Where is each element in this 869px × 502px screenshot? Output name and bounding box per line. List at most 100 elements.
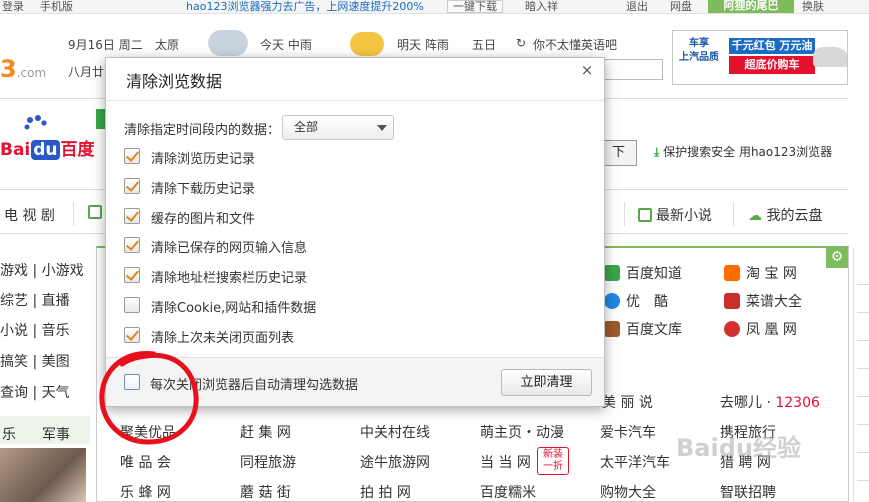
site-jumei[interactable]: 聚美优品 (120, 422, 176, 442)
login-link[interactable]: 登录 (2, 0, 24, 13)
close-icon[interactable]: × (578, 61, 596, 79)
left-link[interactable]: 小说 (0, 323, 28, 339)
tomorrow-weather[interactable]: 明天 阵雨 (397, 36, 449, 53)
ifeng-icon (724, 321, 740, 337)
english-tip[interactable]: 你不太懂英语吧 (533, 36, 617, 53)
site-tuniu[interactable]: 途牛旅游网 (360, 452, 430, 472)
nav-film-icon[interactable] (88, 205, 106, 221)
sun-cloud-icon (350, 32, 384, 56)
date-text: 9月16日 周二 (68, 38, 143, 52)
site-mengzhuye[interactable]: 萌主页・动漫 (480, 422, 564, 442)
clear-browsing-data-dialog: 清除浏览数据 × 清除指定时间段内的数据： 全部 清除浏览历史记录 清除下载历史… (105, 57, 605, 407)
five-day-link[interactable]: 五日 (472, 36, 496, 53)
site-zol[interactable]: 中关村在线 (360, 422, 430, 442)
baidu-paw-icon (24, 115, 47, 130)
checkbox-auto-clear[interactable] (124, 374, 140, 390)
nav-separator (73, 202, 74, 226)
today-weather[interactable]: 今天 中雨 (260, 36, 312, 53)
site-caipu[interactable]: 菜谱大全 (724, 291, 802, 311)
site-youku[interactable]: 优 酷 (604, 291, 668, 311)
left-strip: 乐 军事 (0, 416, 90, 444)
refresh-icon[interactable]: ↻ (516, 36, 526, 50)
site-paipai[interactable]: 拍 拍 网 (360, 482, 411, 502)
site-lefeng[interactable]: 乐 蜂 网 (120, 482, 171, 502)
mobile-link[interactable]: 手机版 (40, 0, 73, 13)
nav-novel[interactable]: 最新小说 (638, 205, 712, 225)
film-icon (88, 205, 102, 219)
exit-link[interactable]: 退出 (626, 0, 648, 13)
left-strip-link[interactable]: 乐 (2, 424, 16, 444)
site-dangdang[interactable]: 当 当 网 (480, 452, 531, 472)
left-link[interactable]: 天气 (42, 385, 70, 401)
nav-tv[interactable]: 电 视 剧 (4, 205, 55, 225)
nav-separator (624, 202, 625, 226)
left-link[interactable]: 查询 (0, 385, 28, 401)
option-label: 清除浏览历史记录 (151, 152, 256, 167)
site-search-input[interactable] (598, 59, 663, 80)
user-name[interactable]: 阿狸的尾巴 (708, 0, 794, 13)
site-gouwu[interactable]: 购物大全 (600, 482, 656, 502)
site-qunar[interactable]: 去哪儿 · 12306 (720, 392, 820, 412)
search-button[interactable]: 下 (600, 140, 637, 166)
rain-cloud-icon (208, 30, 248, 56)
site-tongcheng[interactable]: 同程旅游 (240, 452, 296, 472)
top-bar: 登录 手机版 hao123浏览器强力去广告，上网速度提升200% 一键下载 暗入… (0, 0, 869, 14)
baidu-jingyan-watermark: Baidu经验 (676, 434, 801, 462)
car-ad-banner[interactable]: 车享上汽品质 千元红包 万元油卡 超底价购车 (672, 30, 848, 85)
site-taobao[interactable]: 淘 宝 网 (724, 263, 797, 283)
left-link[interactable]: 综艺 (0, 293, 28, 309)
baidu-logo[interactable]: Bai du 百度 (0, 115, 95, 160)
site-baidu-zhidao[interactable]: 百度知道 (604, 263, 682, 283)
left-link[interactable]: 音乐 (42, 323, 70, 339)
checkbox-cache[interactable] (124, 208, 140, 224)
time-range-label: 清除指定时间段内的数据： (124, 123, 281, 138)
left-link[interactable]: 美图 (42, 354, 70, 370)
recommend-link[interactable]: 暗入祥 (525, 0, 558, 13)
checkbox-download-history[interactable] (124, 178, 140, 194)
pan-link[interactable]: 网盘 (670, 0, 692, 13)
time-range-select[interactable]: 全部 (282, 115, 394, 140)
site-ganji[interactable]: 赶 集 网 (240, 422, 291, 442)
hao123-logo[interactable]: 3.com (0, 55, 46, 83)
left-strip-link[interactable]: 军事 (42, 424, 70, 444)
left-row: 小说 | 音乐 (0, 323, 70, 339)
left-link[interactable]: 小游戏 (42, 263, 84, 279)
site-zhilian[interactable]: 智联招聘 (720, 482, 776, 502)
logo-suffix: .com (16, 66, 47, 80)
site-mogu[interactable]: 蘑 菇 街 (240, 482, 291, 502)
checkbox-address-bar-history[interactable] (124, 267, 140, 283)
new-discount-badge[interactable]: 新装 一折 (537, 447, 569, 475)
left-row: 游戏 | 小游戏 (0, 263, 84, 279)
checkbox-unclosed-pages[interactable] (124, 327, 140, 343)
left-link[interactable]: 直播 (42, 293, 70, 309)
left-link[interactable]: 搞笑 (0, 354, 28, 370)
option-label: 清除Cookie,网站和插件数据 (151, 301, 317, 316)
dialog-divider (106, 100, 604, 101)
promo-link[interactable]: hao123浏览器强力去广告，上网速度提升200% (186, 0, 424, 13)
checkbox-browsing-history[interactable] (124, 148, 140, 164)
site-pcauto[interactable]: 太平洋汽车 (600, 452, 670, 472)
time-range-value: 全部 (294, 120, 319, 134)
skin-link[interactable]: 换肤 (802, 0, 824, 13)
zhidao-icon (604, 265, 620, 281)
site-meilishuo[interactable]: 美 丽 说 (602, 392, 653, 412)
site-ifeng[interactable]: 凤 凰 网 (724, 319, 797, 339)
left-link[interactable]: 游戏 (0, 263, 28, 279)
site-nuomi[interactable]: 百度糯米 (480, 482, 536, 502)
secure-search-link[interactable]: ⤓ 保护搜索安全 用hao123浏览器 (654, 143, 832, 160)
site-wenku[interactable]: 百度文库 (604, 319, 682, 339)
cloud-icon: ☁ (748, 208, 762, 224)
nav-separator (733, 202, 734, 226)
option-label: 清除地址栏搜索栏历史记录 (151, 271, 308, 286)
checkbox-form-data[interactable] (124, 237, 140, 253)
checkbox-cookies[interactable] (124, 297, 140, 313)
download-button[interactable]: 一键下载 (447, 0, 503, 13)
site-vip[interactable]: 唯 品 会 (120, 452, 171, 472)
site-aika[interactable]: 爱卡汽车 (600, 422, 656, 442)
wenku-icon (604, 321, 620, 337)
clear-now-button[interactable]: 立即清理 (501, 369, 592, 396)
nav-cloud[interactable]: ☁ 我的云盘 (748, 205, 822, 225)
city-text[interactable]: 太原 (155, 36, 179, 53)
gear-icon[interactable]: ⚙ (826, 246, 848, 268)
news-photo[interactable] (0, 448, 86, 502)
